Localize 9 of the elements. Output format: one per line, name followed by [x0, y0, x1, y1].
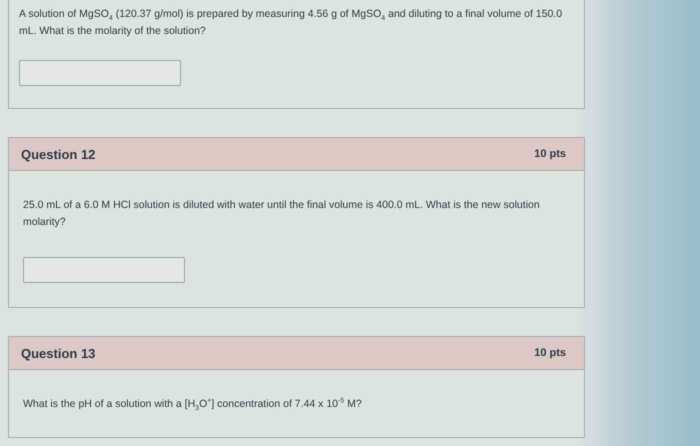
answer-field[interactable]	[19, 60, 181, 86]
question-text: What is the pH of a solution with a [H$_{3}$O$^{+}$] concentration of 7.44 x 10$^{-5}$ M?	[23, 396, 363, 413]
question-title: Question 13	[21, 346, 96, 360]
question-points: 10 pts	[534, 347, 566, 359]
answer-field[interactable]	[23, 257, 185, 283]
question-text: A solution of MgSO$_{4}$ (120.37 g/mol) is prepared by measuring 4.56 g of MgSO$_{4}$ and diluting to a final volume of 150.0 mL. What is the molarity of the solution?	[19, 7, 564, 39]
question-text: 25.0 mL of a 6.0 M HCl solution is diluted with water until the final volume is 400.0 mL. What is the new solution molarity?	[23, 198, 541, 230]
question-title: Question 12	[21, 146, 96, 162]
question-points: 10 pts	[534, 148, 566, 160]
